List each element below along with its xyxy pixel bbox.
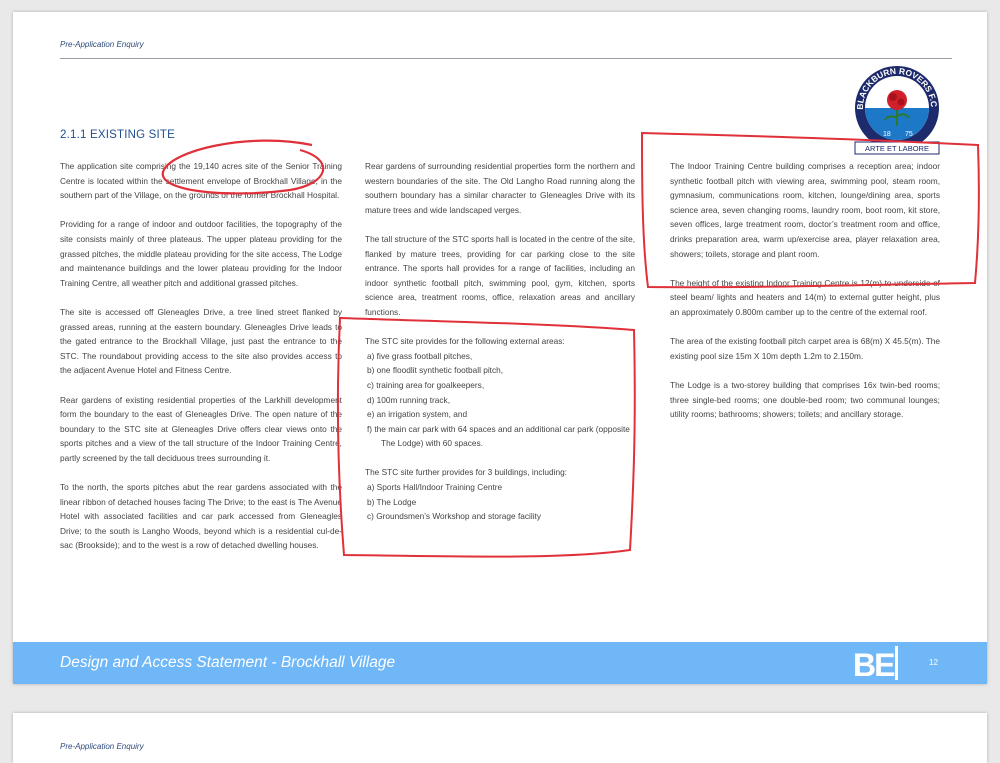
text-column-2: Rear gardens of surrounding residential …: [365, 159, 635, 538]
list-item: b) one floodlit synthetic football pitch…: [367, 365, 504, 376]
text-column-3: The Indoor Training Centre building comp…: [670, 159, 940, 436]
next-page: Pre-Application Enquiry: [13, 713, 987, 763]
paragraph: Rear gardens of existing residential pro…: [60, 394, 342, 463]
crest-year-right: 75: [905, 131, 913, 138]
list-item: c) Groundsmen’s Workshop and storage fac…: [367, 511, 542, 522]
paragraph: The site is accessed off Gleneagles Driv…: [60, 306, 342, 376]
page-number: 12: [929, 658, 938, 667]
footer-title: Design and Access Statement - Brockhall …: [60, 654, 396, 671]
paragraph: The tall structure of the STC sports hal…: [365, 233, 635, 317]
document-page: Pre-Application Enquiry BLACKBURN ROVERS…: [13, 12, 987, 684]
crest-motto: ARTE ET LABORE: [865, 144, 929, 153]
paragraph: Rear gardens of surrounding residential …: [365, 161, 635, 215]
list-item: a) Sports Hall/Indoor Training Centre: [367, 482, 503, 493]
club-crest-logo: BLACKBURN ROVERS F.C. 18 75 ARTE ET LABO…: [853, 64, 940, 155]
list-item: d) 100m running track,: [367, 394, 451, 405]
paragraph: To the north, the sports pitches abut th…: [60, 482, 342, 551]
section-title: 2.1.1 EXISTING SITE: [60, 129, 176, 141]
list-item: e) an irrigation system, and: [367, 409, 468, 420]
paragraph: The Lodge is a two-storey building that …: [670, 379, 940, 420]
paragraph: The application site comprising the 19,1…: [60, 161, 342, 201]
buildings-list: a) Sports Hall/Indoor Training Centre b)…: [365, 480, 635, 524]
list-item: f) the main car park with 64 spaces and …: [367, 423, 630, 449]
paragraph: The STC site further provides for 3 buil…: [365, 467, 567, 478]
paragraph: Providing for a range of indoor and outd…: [60, 219, 342, 288]
list-item: b) The Lodge: [367, 496, 417, 507]
footer-band: Design and Access Statement - Brockhall …: [13, 642, 987, 684]
company-logo-text: BE: [853, 647, 895, 680]
paragraph: The STC site provides for the following …: [365, 336, 565, 347]
header-label: Pre-Application Enquiry: [60, 40, 144, 49]
paragraph: The height of the existing Indoor Traini…: [670, 277, 940, 317]
text-column-1: The application site comprising the 19,1…: [60, 159, 342, 568]
list-item: c) training area for goalkeepers,: [367, 379, 485, 390]
paragraph: The Indoor Training Centre building comp…: [670, 161, 940, 259]
paragraph: The area of the existing football pitch …: [670, 336, 940, 361]
company-logo: BE: [853, 646, 898, 680]
list-item: a) five grass football pitches,: [367, 350, 473, 361]
crest-year-left: 18: [883, 131, 891, 138]
header-divider: [60, 58, 952, 59]
external-areas-list: a) five grass football pitches, b) one f…: [365, 349, 635, 451]
